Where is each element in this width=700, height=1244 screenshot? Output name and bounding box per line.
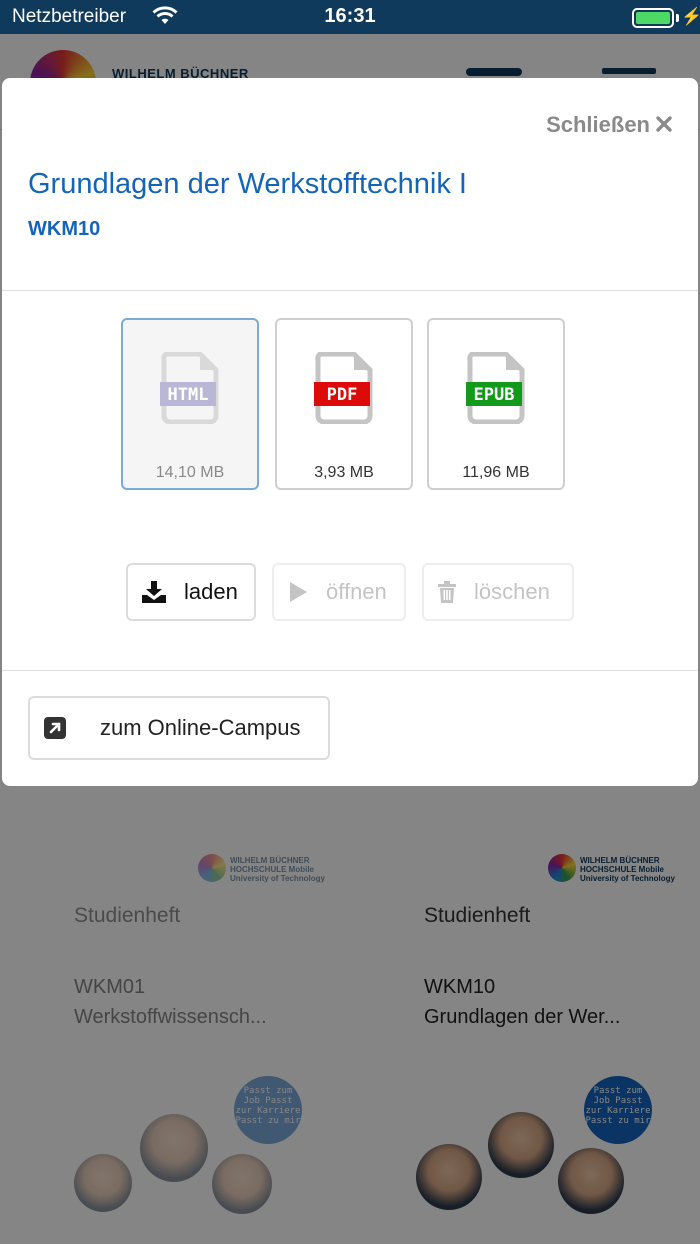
close-label: Schließen bbox=[546, 112, 650, 137]
load-button[interactable]: laden bbox=[126, 563, 256, 621]
format-tag: PDF bbox=[327, 385, 358, 405]
file-size: 14,10 MB bbox=[155, 464, 225, 481]
course-code: WKM10 bbox=[28, 218, 101, 240]
charging-icon: ⚡ bbox=[681, 7, 700, 26]
format-tag: HTML bbox=[168, 385, 209, 405]
download-dialog: Schließen Grundlagen der Werkstofftechni… bbox=[2, 78, 698, 786]
open-label: öffnen bbox=[326, 579, 387, 604]
online-campus-label: zum Online-Campus bbox=[100, 715, 301, 740]
format-tag: EPUB bbox=[474, 385, 515, 405]
format-option-epub[interactable]: EPUB 11,96 MB bbox=[427, 318, 565, 490]
html-file-icon: HTML bbox=[160, 351, 220, 429]
download-icon bbox=[142, 581, 166, 603]
external-link-icon bbox=[44, 717, 66, 739]
file-size: 11,96 MB bbox=[462, 464, 530, 481]
clock: 16:31 bbox=[324, 5, 376, 27]
divider bbox=[2, 670, 698, 671]
close-button[interactable]: Schließen bbox=[546, 112, 672, 138]
battery-icon bbox=[632, 8, 674, 28]
format-option-pdf[interactable]: PDF 3,93 MB bbox=[275, 318, 413, 490]
online-campus-button[interactable]: zum Online-Campus bbox=[28, 696, 330, 760]
status-bar: Netzbetreiber 16:31 ⚡ bbox=[0, 0, 700, 34]
course-title: Grundlagen der Werkstofftechnik I bbox=[28, 168, 467, 200]
open-button[interactable]: öffnen bbox=[272, 563, 406, 621]
format-option-html[interactable]: HTML 14,10 MB bbox=[121, 318, 259, 490]
divider bbox=[2, 290, 698, 291]
delete-button[interactable]: löschen bbox=[422, 563, 574, 621]
close-icon bbox=[656, 112, 672, 138]
file-size: 3,93 MB bbox=[314, 464, 374, 481]
play-icon bbox=[288, 581, 308, 603]
pdf-file-icon: PDF bbox=[314, 351, 374, 429]
trash-icon bbox=[438, 581, 456, 603]
delete-label: löschen bbox=[474, 579, 550, 604]
battery-nub bbox=[676, 14, 679, 22]
load-label: laden bbox=[184, 579, 238, 604]
epub-file-icon: EPUB bbox=[466, 351, 526, 429]
